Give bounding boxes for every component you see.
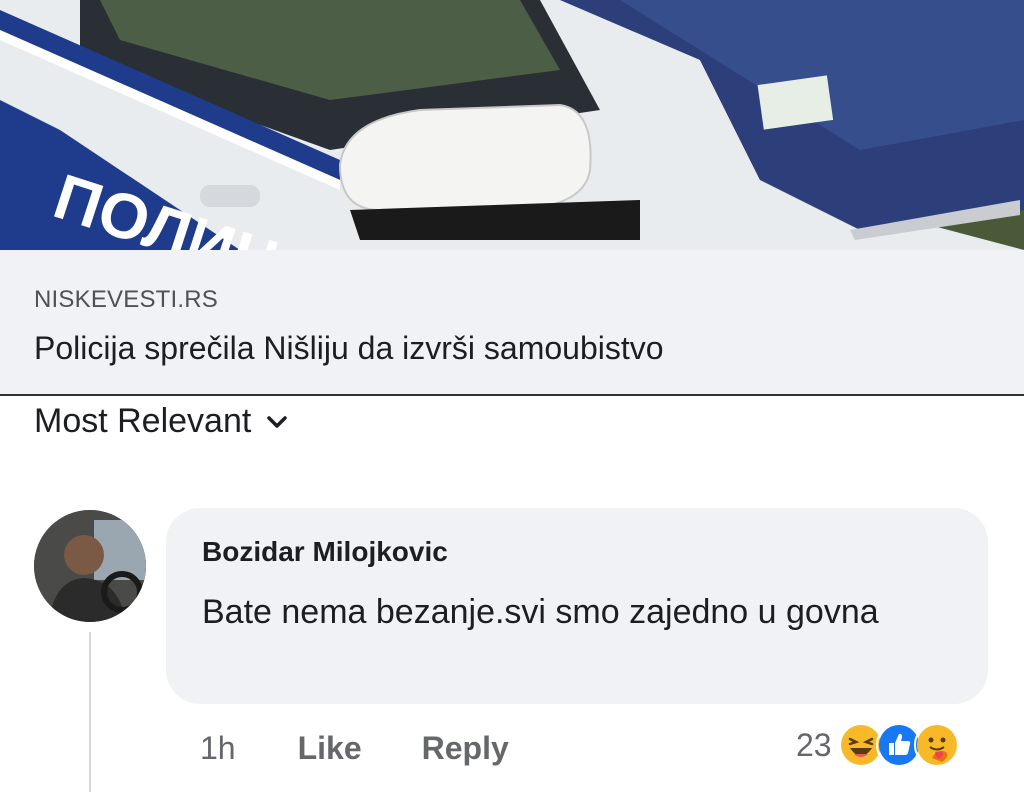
reaction-icons (837, 722, 960, 768)
chevron-down-icon (265, 410, 289, 434)
reply-button[interactable]: Reply (422, 730, 509, 767)
comment-sort-dropdown[interactable]: Most Relevant (34, 402, 289, 441)
link-preview-caption[interactable]: NISKEVESTI.RS Policija sprečila Nišliju … (0, 250, 1024, 396)
comment-bubble: Bozidar Milojkovic Bate nema bezanje.svi… (166, 508, 988, 704)
comment-text: Bate nema bezanje.svi smo zajedno u govn… (202, 593, 879, 631)
reaction-count: 23 (796, 726, 832, 763)
comment-timestamp[interactable]: 1h (200, 730, 236, 767)
thread-line (89, 632, 91, 792)
police-car-illustration: ПОЛИЦ (0, 0, 1024, 250)
like-button[interactable]: Like (298, 730, 362, 767)
avatar[interactable] (34, 510, 146, 622)
comment-actions: 1h Like Reply (200, 730, 569, 767)
comment-author[interactable]: Bozidar Milojkovic (202, 536, 448, 568)
source-domain: NISKEVESTI.RS (34, 286, 218, 313)
article-title[interactable]: Policija sprečila Nišliju da izvrši samo… (34, 330, 664, 367)
care-reaction-icon (913, 722, 960, 768)
sort-label: Most Relevant (34, 402, 252, 440)
link-preview-image[interactable]: ПОЛИЦ (0, 0, 1024, 250)
reaction-summary[interactable]: 23 (796, 722, 960, 768)
